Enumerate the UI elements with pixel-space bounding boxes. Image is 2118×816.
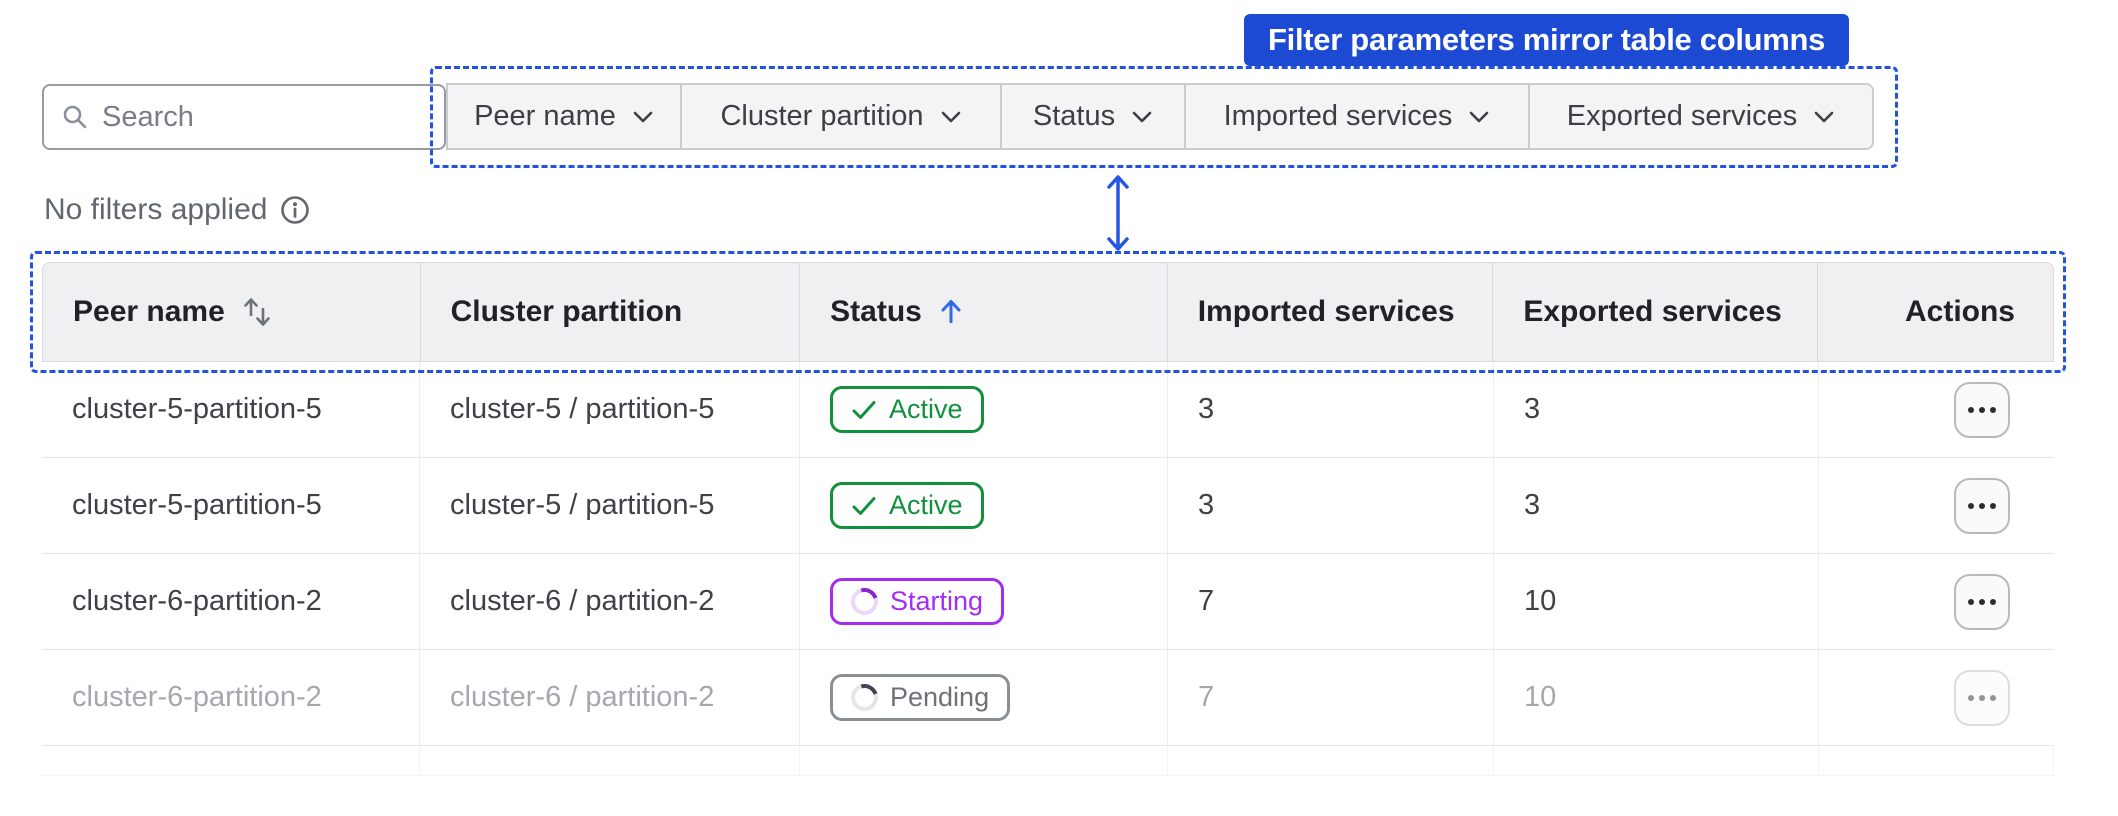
cell-actions xyxy=(1819,362,2054,457)
cell-cluster-partition: cluster-6 / partition-2 xyxy=(420,554,800,649)
chevron-down-icon xyxy=(632,110,654,124)
cell-actions xyxy=(1819,554,2054,649)
cell-exported-services: 10 xyxy=(1494,554,1819,649)
column-label: Cluster partition xyxy=(450,295,683,328)
status-label: Pending xyxy=(890,682,990,712)
table-row: cluster-6-partition-2 cluster-6 / partit… xyxy=(42,554,2054,650)
annotation-callout-label: Filter parameters mirror table columns xyxy=(1268,22,1826,57)
row-actions-button[interactable] xyxy=(1954,381,2010,438)
cell-actions xyxy=(1819,458,2054,553)
cell-actions xyxy=(1819,650,2054,745)
ellipsis-icon xyxy=(1968,502,1974,509)
spinner-icon xyxy=(846,583,883,620)
column-header-exported-services[interactable]: Exported services xyxy=(1493,263,1818,361)
cell-imported-services: 7 xyxy=(1168,650,1494,745)
status-badge: Active xyxy=(830,482,984,529)
filter-status-text: No filters applied xyxy=(44,193,311,227)
status-badge: Starting xyxy=(830,578,1005,625)
status-badge: Active xyxy=(830,386,984,433)
filter-cluster-partition[interactable]: Cluster partition xyxy=(682,85,1002,148)
check-icon xyxy=(851,495,877,517)
cell-cluster-partition: cluster-6 / partition-2 xyxy=(420,650,800,745)
column-header-actions: Actions xyxy=(1818,263,2053,361)
filter-label: Imported services xyxy=(1223,100,1453,132)
cell-imported-services: 7 xyxy=(1168,554,1494,649)
check-icon xyxy=(851,399,877,421)
chevron-down-icon xyxy=(1813,110,1835,124)
sort-both-icon xyxy=(241,295,273,329)
cell-exported-services: 3 xyxy=(1494,458,1819,553)
table-row: cluster-5-partition-5 cluster-5 / partit… xyxy=(42,458,2054,554)
filter-label: Exported services xyxy=(1566,100,1798,132)
search-icon xyxy=(62,104,102,130)
cell-peer-name: cluster-5-partition-5 xyxy=(42,362,420,457)
cell-exported-services: 3 xyxy=(1494,362,1819,457)
filter-label: Status xyxy=(1032,100,1116,132)
column-label: Peer name xyxy=(73,295,225,328)
column-label: Exported services xyxy=(1523,295,1782,328)
cell-status: Pending xyxy=(800,650,1168,745)
ellipsis-icon xyxy=(1968,694,1974,701)
row-actions-button[interactable] xyxy=(1954,669,2010,726)
table-row: cluster-6-partition-2 cluster-6 / partit… xyxy=(42,650,2054,746)
table-row: cluster-5-partition-5 cluster-5 / partit… xyxy=(42,362,2054,458)
filter-bar: Peer name Cluster partition Status Impor… xyxy=(446,83,1874,150)
filter-label: Peer name xyxy=(474,100,616,132)
column-label: Imported services xyxy=(1197,295,1455,328)
column-header-cluster-partition[interactable]: Cluster partition xyxy=(421,263,801,361)
ellipsis-icon xyxy=(1968,598,1974,605)
chevron-down-icon xyxy=(940,110,962,124)
cell-peer-name: cluster-5-partition-5 xyxy=(42,458,420,553)
status-label: Starting xyxy=(890,586,984,616)
page: Filter parameters mirror table columns P… xyxy=(0,0,2118,816)
column-header-imported-services[interactable]: Imported services xyxy=(1168,263,1494,361)
status-label: Active xyxy=(889,394,963,424)
sort-ascending-icon xyxy=(938,297,964,327)
cell-imported-services: 3 xyxy=(1168,458,1494,553)
annotation-callout: Filter parameters mirror table columns xyxy=(1244,14,1850,66)
column-label: Actions xyxy=(1904,295,2015,328)
row-actions-button[interactable] xyxy=(1954,573,2010,630)
ellipsis-icon xyxy=(1968,406,1974,413)
row-actions-button[interactable] xyxy=(1954,477,2010,534)
spinner-icon xyxy=(846,679,883,716)
peers-table: Peer name Cluster partition Status Impor… xyxy=(42,262,2054,776)
column-header-status[interactable]: Status xyxy=(800,263,1168,361)
cell-peer-name: cluster-6-partition-2 xyxy=(42,554,420,649)
cell-exported-services: 10 xyxy=(1494,650,1819,745)
cell-imported-services: 3 xyxy=(1168,362,1494,457)
table-header-row: Peer name Cluster partition Status Impor… xyxy=(42,262,2054,362)
no-filters-label: No filters applied xyxy=(44,193,268,226)
chevron-down-icon xyxy=(1468,110,1490,124)
cell-cluster-partition: cluster-5 / partition-5 xyxy=(420,458,800,553)
column-header-peer-name[interactable]: Peer name xyxy=(43,263,421,361)
filter-exported-services[interactable]: Exported services xyxy=(1530,85,1872,148)
cell-peer-name: cluster-6-partition-2 xyxy=(42,650,420,745)
cell-status: Active xyxy=(800,458,1168,553)
filter-peer-name[interactable]: Peer name xyxy=(448,85,682,148)
mirror-arrow xyxy=(1102,172,1134,259)
filter-label: Cluster partition xyxy=(720,100,924,132)
chevron-down-icon xyxy=(1131,110,1153,124)
bottom-fade xyxy=(0,762,2118,816)
search-box xyxy=(42,84,446,150)
cell-status: Starting xyxy=(800,554,1168,649)
filter-status[interactable]: Status xyxy=(1002,85,1186,148)
column-label: Status xyxy=(830,295,922,328)
status-label: Active xyxy=(889,490,963,520)
cell-cluster-partition: cluster-5 / partition-5 xyxy=(420,362,800,457)
filter-imported-services[interactable]: Imported services xyxy=(1186,85,1530,148)
status-badge: Pending xyxy=(830,674,1011,721)
cell-status: Active xyxy=(800,362,1168,457)
search-input[interactable] xyxy=(102,100,426,134)
info-icon[interactable] xyxy=(279,194,311,226)
